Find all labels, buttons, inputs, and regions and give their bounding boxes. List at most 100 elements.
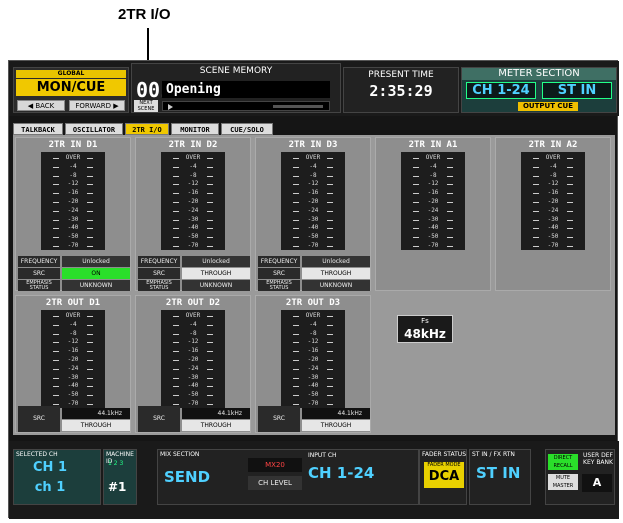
scale-label: -20 (281, 198, 345, 207)
forward-button[interactable]: FORWARD ▶ (69, 100, 125, 111)
scale-label: -30 (41, 374, 105, 383)
meter-scale: OVER -4 -8 -12 -16 -20 -24 -30 -40 -50 -70 (281, 312, 345, 409)
tab-monitor[interactable]: MONITOR (171, 123, 219, 135)
footer-bar: SELECTED CH CH 1 ch 1 MACHINE ID 1 2 3 #… (9, 441, 619, 519)
stin-button[interactable]: ST IN (476, 464, 520, 482)
level-meter: OVER -4 -8 -12 -16 -20 -24 -30 -40 -50 -70 (161, 310, 225, 408)
emphasis-row: EMPHASIS STATUS UNKNOWN (138, 280, 250, 291)
present-time-title: PRESENT TIME (368, 70, 434, 80)
fader-status-label: FADER STATUS (422, 451, 467, 458)
src-button[interactable]: ON (62, 268, 130, 279)
channel-title: 2TR IN A1 (408, 140, 458, 150)
scale-label: -4 (161, 163, 225, 172)
tab-oscillator[interactable]: OSCILLATOR (65, 123, 123, 135)
console-screen: GLOBAL MON/CUE ◀ BACK FORWARD ▶ SCENE ME… (8, 60, 619, 519)
scale-label: -12 (281, 180, 345, 189)
channel-title: 2TR OUT D3 (285, 298, 341, 308)
src-button[interactable]: THROUGH (302, 420, 370, 431)
ch-level-button[interactable]: CH LEVEL (248, 476, 302, 490)
scale-label: -20 (41, 356, 105, 365)
scene-scroll-bar[interactable] (162, 101, 330, 111)
key-bank-button[interactable]: A (582, 474, 612, 492)
tab-talkback[interactable]: TALKBACK (13, 123, 63, 135)
scale-label: -70 (41, 242, 105, 251)
scale-label: -16 (161, 347, 225, 356)
emphasis-label: EMPHASIS STATUS (258, 280, 300, 291)
src-button[interactable]: THROUGH (62, 420, 130, 431)
src-frequency-field[interactable]: 44.1kHz (302, 408, 370, 419)
send-button[interactable]: SEND (164, 468, 210, 486)
scale-label: OVER (41, 154, 105, 163)
src-control: SRC 44.1kHz THROUGH (258, 406, 370, 432)
back-button[interactable]: ◀ BACK (17, 100, 65, 111)
meter-ch-button[interactable]: CH 1-24 (466, 82, 536, 99)
scale-label: -24 (161, 207, 225, 216)
machine-id-list: 1 2 3 (108, 460, 124, 467)
status-line: STATUS (29, 285, 49, 291)
scale-label: -8 (281, 172, 345, 181)
mon-cue-button[interactable]: MON/CUE (16, 79, 126, 96)
src-button[interactable]: THROUGH (182, 420, 250, 431)
channel-strip-in-d3: 2TR IN D3 OVER -4 -8 -12 -16 -20 -24 -30 -40 -50-… (255, 137, 371, 291)
tab-cue-solo[interactable]: CUE/SOLO (221, 123, 273, 135)
fader-mode-label: FADER MODE (427, 462, 461, 468)
mix-section: MIX SECTION SEND MX20 CH LEVEL INPUT CH … (157, 449, 419, 505)
channel-strip-in-d2: 2TR IN D2 OVER -4 -8 -12 -16 -20 -24 -30 -40 -50-… (135, 137, 251, 291)
input-ch-value[interactable]: CH 1-24 (308, 464, 374, 482)
global-label: GLOBAL (16, 70, 126, 78)
meter-scale: OVER -4 -8 -12 -16 -20 -24 -30 -40 -50 -70 (41, 154, 105, 251)
scale-label: -24 (41, 207, 105, 216)
scale-label: -40 (41, 224, 105, 233)
scale-label: -4 (281, 321, 345, 330)
input-ch-label: INPUT CH (308, 452, 337, 459)
meter-scale: OVER -4 -8 -12 -16 -20 -24 -30 -40 -50 -70 (41, 312, 105, 409)
scale-label: -4 (401, 163, 465, 172)
meter-st-button[interactable]: ST IN (542, 82, 612, 99)
scale-label: -24 (161, 365, 225, 374)
emphasis-value: UNKNOWN (182, 280, 250, 291)
2tr-io-panel: 2TR IN D1 OVER -4 -8 -12 -16 -20 -24 -30 -40 -50-… (13, 135, 615, 435)
src-frequency-field[interactable]: 44.1kHz (62, 408, 130, 419)
scale-label: -20 (161, 198, 225, 207)
mute-master-button[interactable]: MUTE MASTER (548, 474, 578, 490)
scale-label: -30 (281, 374, 345, 383)
selected-channel: SELECTED CH CH 1 ch 1 (13, 449, 101, 505)
scale-label: -30 (41, 216, 105, 225)
scale-label: -4 (281, 163, 345, 172)
meter-section-title: METER SECTION (462, 68, 616, 80)
src-button[interactable]: THROUGH (302, 268, 370, 279)
src-frequency-field[interactable]: 44.1kHz (182, 408, 250, 419)
scale-label: -50 (161, 391, 225, 400)
direct-recall-button[interactable]: DIRECT RECALL (548, 454, 578, 470)
src-button[interactable]: THROUGH (182, 268, 250, 279)
header-bar: GLOBAL MON/CUE ◀ BACK FORWARD ▶ SCENE ME… (9, 61, 619, 116)
src-row: SRC THROUGH (258, 268, 370, 279)
scale-label: OVER (161, 154, 225, 163)
src-row: SRC THROUGH (138, 268, 250, 279)
frequency-value: Unlocked (302, 256, 370, 267)
tab-2tr-io[interactable]: 2TR I/O (125, 123, 169, 135)
scale-label: -50 (161, 233, 225, 242)
meter-scale: OVER -4 -8 -12 -16 -20 -24 -30 -40 -50 -70 (161, 154, 225, 251)
scale-label: OVER (41, 312, 105, 321)
channel-title: 2TR IN D3 (288, 140, 338, 150)
scale-label: -12 (41, 338, 105, 347)
scale-label: -50 (281, 233, 345, 242)
emphasis-label: EMPHASIS STATUS (18, 280, 60, 291)
emphasis-row: EMPHASIS STATUS UNKNOWN (18, 280, 130, 291)
present-time-value: 2:35:29 (369, 82, 433, 100)
scale-label: -24 (281, 207, 345, 216)
scale-label: -50 (401, 233, 465, 242)
scale-label: -16 (161, 189, 225, 198)
meter-scale: OVER -4 -8 -12 -16 -20 -24 -30 -40 -50 -70 (521, 154, 585, 251)
scale-label: -12 (521, 180, 585, 189)
channel-strip-in-d1: 2TR IN D1 OVER -4 -8 -12 -16 -20 -24 -30 -40 -50-… (15, 137, 131, 291)
frequency-row: FREQUENCY Unlocked (138, 256, 250, 267)
level-meter: OVER -4 -8 -12 -16 -20 -24 -30 -40 -50 -70 (41, 310, 105, 408)
emphasis-label: EMPHASIS STATUS (138, 280, 180, 291)
scale-label: -50 (521, 233, 585, 242)
level-meter: OVER -4 -8 -12 -16 -20 -24 -30 -40 -50 -70 (281, 152, 345, 250)
scale-label: -70 (281, 242, 345, 251)
src-label: SRC (258, 268, 300, 279)
status-line: STATUS (149, 285, 169, 291)
